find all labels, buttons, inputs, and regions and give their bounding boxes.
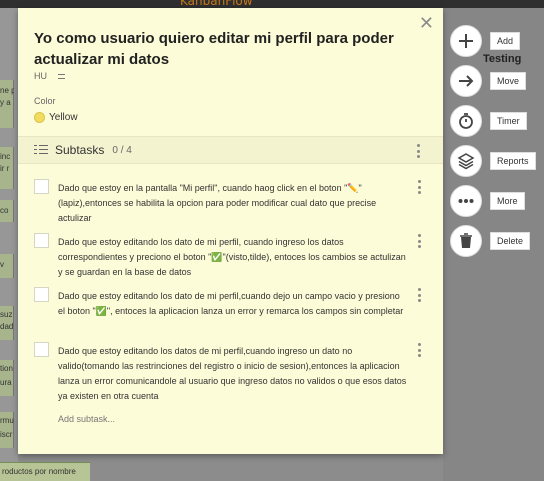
checklist-icon[interactable] — [55, 71, 65, 81]
color-selector[interactable]: Yellow — [34, 112, 78, 123]
subtask-checkbox[interactable] — [34, 342, 49, 357]
board-card-text: iscr — [0, 430, 13, 439]
delete-action: Delete — [450, 225, 531, 257]
add-subtask-input[interactable]: Add subtask... — [58, 414, 115, 424]
board-card-text: v — [0, 260, 4, 269]
task-detail-modal: ✕ Yo como usuario quiero editar mi perfi… — [18, 8, 443, 454]
subtasks-header: Subtasks 0 / 4 — [18, 136, 443, 164]
subtask-text[interactable]: Dado que estoy editando los dato de mi p… — [58, 289, 408, 319]
more-button[interactable]: More — [490, 192, 525, 210]
layers-icon[interactable] — [450, 145, 482, 177]
color-name: Yellow — [49, 112, 78, 123]
trash-icon[interactable] — [450, 225, 482, 257]
close-icon[interactable]: ✕ — [419, 13, 434, 34]
board-left-column — [0, 8, 18, 481]
board-card-text: suz — [0, 310, 13, 319]
subtasks-title: Subtasks — [55, 143, 105, 157]
app-logo: KanbanFlow — [180, 0, 253, 8]
subtask-menu-icon[interactable] — [417, 234, 421, 248]
subtasks-count: 0 / 4 — [112, 144, 132, 156]
subtask-checkbox[interactable] — [34, 179, 49, 194]
move-button[interactable]: Move — [490, 72, 527, 90]
more-action: More — [450, 185, 525, 217]
timer-button[interactable]: Timer — [490, 112, 527, 130]
board-card-text: ne p — [0, 86, 14, 95]
board-card-text: ura r — [0, 378, 14, 387]
subtask-menu-icon[interactable] — [417, 343, 421, 357]
color-label: Color — [34, 96, 56, 106]
board-card-text: y a — [0, 98, 11, 107]
more-dots-icon[interactable] — [450, 185, 482, 217]
subtask-list-icon — [34, 144, 48, 156]
board-card-text: tion — [0, 364, 13, 373]
board-card-text: dad — [0, 322, 14, 331]
delete-button[interactable]: Delete — [490, 232, 531, 250]
move-action: Move — [450, 65, 527, 97]
subtask-menu-icon[interactable] — [417, 180, 421, 194]
subtask-text[interactable]: Dado que estoy en la pantalla "Mi perfil… — [58, 181, 408, 226]
app-topbar — [0, 0, 544, 8]
stopwatch-icon[interactable] — [450, 105, 482, 137]
arrow-right-icon[interactable] — [450, 65, 482, 97]
board-card-bottom: roductos por nombre — [0, 462, 90, 481]
user-initials[interactable]: HU — [34, 71, 47, 81]
reports-button[interactable]: Reports — [490, 152, 536, 170]
subtask-text[interactable]: Dado que estoy editando los datos de mi … — [58, 344, 408, 404]
task-title[interactable]: Yo como usuario quiero editar mi perfil … — [34, 28, 394, 70]
add-action: Add — [450, 25, 521, 57]
add-button[interactable]: Add — [490, 32, 521, 50]
subtask-checkbox[interactable] — [34, 287, 49, 302]
board-card-text: inc — [0, 152, 11, 161]
color-dot-icon — [34, 112, 45, 123]
board-card-text: rmu — [0, 416, 14, 425]
subtasks-menu-icon[interactable] — [416, 144, 420, 158]
board-card-text: ir r — [0, 164, 10, 173]
plus-icon[interactable] — [450, 25, 482, 57]
reports-action: Reports — [450, 145, 536, 177]
subtask-checkbox[interactable] — [34, 233, 49, 248]
timer-action: Timer — [450, 105, 527, 137]
board-card-text: co — [0, 206, 9, 215]
subtask-menu-icon[interactable] — [417, 288, 421, 302]
task-meta: HU — [34, 71, 65, 81]
subtask-text[interactable]: Dado que estoy editando los dato de mi p… — [58, 235, 408, 280]
